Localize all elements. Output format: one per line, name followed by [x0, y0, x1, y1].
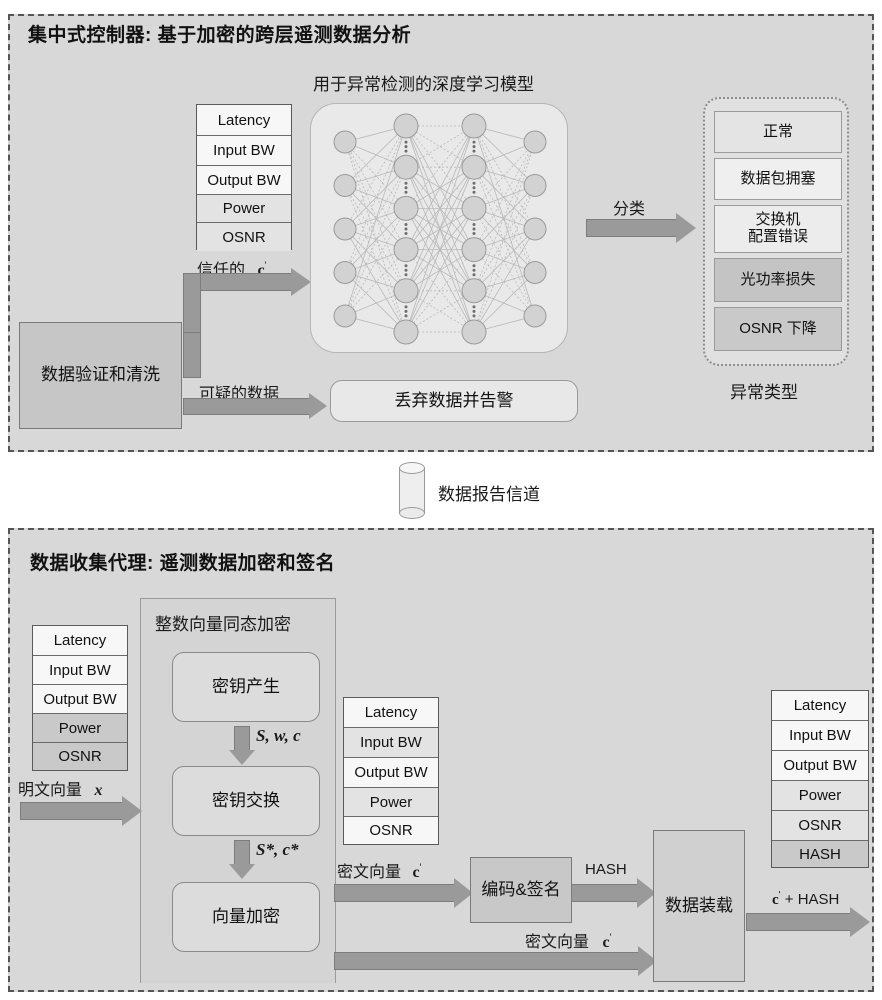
- cylinder-top-ellipse: [399, 462, 425, 474]
- output-label-rest: + HASH: [780, 891, 840, 908]
- cylinder-bottom-ellipse: [399, 507, 425, 519]
- metric-row: OSNR: [33, 743, 127, 770]
- deep-learning-model-box: [310, 103, 568, 353]
- trusted-arrow-vertical: [183, 326, 201, 378]
- key-generation-box: 密钥产生: [172, 652, 320, 722]
- metric-row: Latency: [33, 626, 127, 656]
- metric-row: Power: [33, 714, 127, 743]
- metric-row: Output BW: [33, 685, 127, 714]
- plaintext-vector-label-cn: 明文向量: [18, 782, 83, 799]
- cipher1-arrow-body: [334, 884, 456, 902]
- metric-row: Latency: [197, 105, 291, 136]
- anomaly-item-switch-misconfig: 交换机 配置错误: [714, 205, 842, 253]
- metric-row-hash: HASH: [772, 841, 868, 867]
- top-panel-title: 集中式控制器: 基于加密的跨层遥测数据分析: [28, 20, 411, 47]
- he-arrow1-label-text: S, w, c: [256, 726, 301, 745]
- data-report-channel-label: 数据报告信道: [438, 485, 540, 504]
- top-panel-title-sep: :: [145, 25, 158, 46]
- discard-and-alarm-box: 丢弃数据并告警: [330, 380, 578, 422]
- plaintext-vector-label: 明文向量 x: [18, 776, 102, 800]
- metric-row: Input BW: [33, 656, 127, 685]
- he-arrow2-head: [229, 864, 255, 879]
- classification-arrow-head: [676, 213, 696, 243]
- bottom-panel-title-prefix: 数据收集代理: [30, 553, 148, 574]
- metric-row: OSNR: [197, 223, 291, 251]
- telemetry-metrics-table-top: Latency Input BW Output BW Power OSNR: [196, 104, 292, 251]
- metric-row: Output BW: [344, 758, 438, 788]
- trusted-arrow-head: [291, 268, 311, 296]
- telemetry-metrics-table-mid: Latency Input BW Output BW Power OSNR: [343, 697, 439, 845]
- hash-arrow-label: HASH: [585, 861, 627, 878]
- metric-row: Output BW: [197, 166, 291, 195]
- metric-row: Latency: [344, 698, 438, 728]
- bottom-panel-title-sep: :: [147, 553, 160, 574]
- bottom-panel-title-main: 遥测数据加密和签名: [159, 553, 336, 574]
- metric-row: Input BW: [344, 728, 438, 758]
- output-symbol: c: [772, 892, 779, 908]
- vector-encryption-box: 向量加密: [172, 882, 320, 952]
- top-panel-title-prefix: 集中式控制器: [28, 25, 146, 46]
- diagram-canvas: 集中式控制器: 基于加密的跨层遥测数据分析 用于异常检测的深度学习模型 Late…: [0, 0, 882, 1000]
- data-payload-box: 数据装载: [653, 830, 745, 982]
- cipher-vector-symbol-2: c: [602, 934, 610, 951]
- trusted-arrow-corner: [183, 273, 201, 333]
- metric-row: Latency: [772, 691, 868, 721]
- cipher2-arrow-body: [334, 952, 640, 970]
- metric-row: Power: [772, 781, 868, 811]
- metric-row: Output BW: [772, 751, 868, 781]
- anomaly-item-packet-congestion: 数据包拥塞: [714, 158, 842, 200]
- cipher-vector-label-2: 密文向量 c': [525, 932, 612, 951]
- anomaly-types-container: 正常 数据包拥塞 交换机 配置错误 光功率损失 OSNR 下降: [703, 97, 849, 366]
- key-exchange-box: 密钥交换: [172, 766, 320, 836]
- encode-and-sign-box: 编码&签名: [470, 857, 572, 923]
- cipher-vector-label-1: 密文向量 c': [337, 862, 422, 881]
- data-validation-box: 数据验证和清洗: [19, 322, 182, 429]
- suspicious-arrow-head: [309, 393, 327, 419]
- metric-row: Power: [197, 195, 291, 223]
- output-label: c' + HASH: [772, 890, 840, 908]
- he-arrow2-label-text: S*, c*: [256, 840, 299, 859]
- telemetry-metrics-table-left: Latency Input BW Output BW Power OSNR: [32, 625, 128, 771]
- he-arrow2-label: S*, c*: [256, 840, 299, 860]
- plaintext-vector-symbol: x: [94, 782, 103, 799]
- metric-row: OSNR: [344, 817, 438, 844]
- he-arrow1-label: S, w, c: [256, 726, 301, 746]
- classification-label: 分类: [613, 201, 646, 218]
- cipher-vector-label-1-cn: 密文向量: [337, 864, 402, 881]
- classification-arrow-body: [586, 219, 678, 237]
- bottom-panel-title: 数据收集代理: 遥测数据加密和签名: [30, 548, 335, 575]
- metric-row: Power: [344, 788, 438, 817]
- anomaly-item-optical-power-loss: 光功率损失: [714, 258, 842, 302]
- plaintext-arrow-head: [122, 796, 142, 826]
- anomaly-item-osnr-degradation: OSNR 下降: [714, 307, 842, 351]
- data-report-channel-icon: [399, 462, 425, 519]
- metric-row: Input BW: [772, 721, 868, 751]
- neural-network-graphic: [333, 113, 547, 345]
- metric-row: OSNR: [772, 811, 868, 841]
- anomaly-types-caption: 异常类型: [730, 383, 798, 402]
- top-panel-title-main: 基于加密的跨层遥测数据分析: [157, 25, 412, 46]
- nn-caption: 用于异常检测的深度学习模型: [313, 75, 534, 94]
- plaintext-arrow-body: [20, 802, 124, 820]
- he-arrow1-head: [229, 750, 255, 765]
- anomaly-item-normal: 正常: [714, 111, 842, 153]
- trusted-data-prime: ': [264, 260, 267, 272]
- output-arrow-head: [850, 907, 870, 937]
- cipher-vector-symbol-1: c: [412, 864, 420, 881]
- he-group-title: 整数向量同态加密: [155, 615, 291, 634]
- output-arrow-body: [746, 913, 852, 931]
- cipher-vector-label-2-cn: 密文向量: [525, 934, 590, 951]
- suspicious-arrow-body: [183, 398, 311, 415]
- metric-row: Input BW: [197, 136, 291, 166]
- hash-arrow-body: [571, 884, 639, 902]
- telemetry-metrics-table-right: Latency Input BW Output BW Power OSNR HA…: [771, 690, 869, 868]
